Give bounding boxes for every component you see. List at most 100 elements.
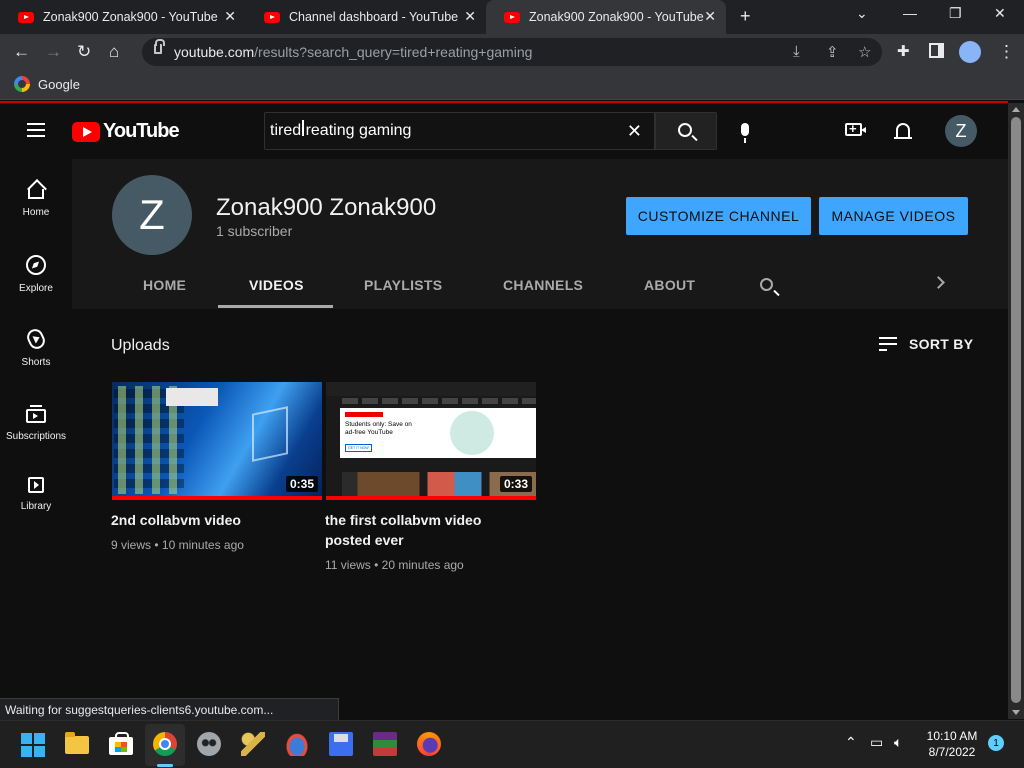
clear-search-icon[interactable]: ✕ — [627, 121, 642, 142]
minimize-icon[interactable]: — — [903, 5, 917, 21]
search-button[interactable] — [655, 112, 717, 150]
home-browser-icon[interactable]: ⌂ — [109, 42, 119, 62]
video-title-2[interactable]: the first collabvm video posted ever — [325, 510, 495, 550]
subscriptions-icon — [26, 405, 46, 423]
guide-item-library[interactable]: Library — [0, 477, 72, 512]
windows-logo-art — [252, 406, 288, 462]
notification-badge[interactable]: 1 — [988, 735, 1004, 751]
premium-banner-art: YouTube Premium Students only: Save on a… — [340, 408, 536, 458]
customize-channel-button[interactable]: CUSTOMIZE CHANNEL — [626, 197, 811, 235]
side-panel-icon[interactable] — [929, 43, 944, 58]
chevron-right-icon[interactable] — [932, 276, 945, 289]
restore-icon[interactable]: ❐ — [949, 5, 962, 22]
scroll-down-icon[interactable] — [1012, 710, 1020, 715]
system-app-icon[interactable] — [285, 732, 309, 756]
create-video-icon[interactable] — [845, 121, 866, 136]
tab-title: Zonak900 Zonak900 - YouTube — [529, 10, 704, 24]
active-app-indicator — [157, 764, 173, 767]
notifications-bell-icon[interactable] — [894, 123, 912, 139]
microphone-icon[interactable] — [741, 123, 749, 143]
guide-sidebar: Home Explore Shorts Subscriptions Librar… — [0, 159, 72, 719]
winrar-icon[interactable] — [373, 732, 397, 756]
share-icon[interactable]: ⇪ — [826, 43, 839, 61]
raccoon-app-icon[interactable] — [197, 732, 221, 756]
extensions-puzzle-icon[interactable]: ✚ — [897, 42, 910, 60]
profile-avatar-icon[interactable] — [959, 41, 981, 63]
uploads-section: Uploads SORT BY 0:35 YouTube Premium Stu… — [72, 309, 1008, 719]
browser-tab-1[interactable]: Zonak900 Zonak900 - YouTube ✕ — [0, 0, 246, 34]
guide-item-shorts[interactable]: Shorts — [0, 326, 72, 368]
close-tab-icon[interactable]: ✕ — [704, 8, 716, 25]
video-title-1[interactable]: 2nd collabvm video — [111, 510, 311, 530]
search-input[interactable] — [270, 119, 610, 143]
clock-time: 10:10 AM — [926, 729, 978, 743]
account-avatar[interactable]: Z — [945, 115, 977, 147]
network-icon[interactable]: ▭ — [870, 734, 883, 751]
youtube-logo-text[interactable]: YouTube — [103, 120, 180, 143]
bookmark-google[interactable]: Google — [38, 77, 80, 92]
channel-name: Zonak900 Zonak900 — [216, 194, 437, 221]
browser-tab-2[interactable]: Channel dashboard - YouTube Studio ✕ — [246, 0, 486, 34]
tab-home[interactable]: HOME — [143, 277, 186, 293]
watch-progress-bar — [112, 496, 322, 500]
reload-icon[interactable]: ↻ — [77, 42, 91, 62]
tab-search-chevron-icon[interactable]: ⌄ — [856, 5, 868, 22]
illustration-art — [450, 411, 494, 455]
new-tab-icon[interactable]: + — [740, 6, 751, 27]
watch-progress-bar — [326, 496, 536, 500]
floppy-disk-icon[interactable] — [329, 732, 353, 756]
text-cursor-icon — [302, 120, 304, 136]
google-logo-icon — [14, 76, 30, 92]
window-close-icon[interactable]: ✕ — [994, 5, 1006, 22]
guide-item-home[interactable]: Home — [0, 181, 72, 218]
keys-app-icon[interactable] — [241, 732, 265, 756]
install-app-icon[interactable]: ⤓ — [793, 43, 800, 60]
tab-videos[interactable]: VIDEOS — [249, 277, 304, 293]
chrome-icon[interactable] — [153, 732, 177, 756]
sort-by-button[interactable]: SORT BY — [909, 336, 973, 352]
guide-item-label: Home — [22, 207, 50, 218]
tab-about[interactable]: ABOUT — [644, 277, 695, 293]
video-thumbnail-1[interactable]: 0:35 — [112, 382, 322, 500]
firefox-icon[interactable] — [417, 732, 441, 756]
sort-icon[interactable] — [879, 337, 897, 351]
scroll-up-icon[interactable] — [1012, 107, 1020, 112]
address-bar[interactable]: youtube.com/results?search_query=tired+r… — [142, 38, 882, 66]
tray-chevron-up-icon[interactable]: ⌃ — [845, 734, 857, 751]
tab-playlists[interactable]: PLAYLISTS — [364, 277, 442, 293]
hamburger-menu-icon[interactable] — [27, 123, 45, 125]
browser-tab-3-active[interactable]: Zonak900 Zonak900 - YouTube ✕ — [486, 0, 726, 34]
manage-videos-button[interactable]: MANAGE VIDEOS — [819, 197, 968, 235]
taskbar-clock[interactable]: 10:10 AM 8/7/2022 — [926, 728, 978, 760]
page-scrollbar[interactable] — [1008, 103, 1024, 719]
close-tab-icon[interactable]: ✕ — [464, 8, 476, 25]
guide-item-explore[interactable]: Explore — [0, 255, 72, 294]
channel-search-icon[interactable] — [760, 278, 773, 291]
bookmark-star-icon[interactable]: ☆ — [858, 43, 871, 61]
youtube-masthead: YouTube ✕ Z — [0, 103, 1008, 159]
video-duration: 0:33 — [499, 476, 532, 492]
chrome-menu-icon[interactable]: ⋮ — [998, 42, 1015, 62]
tab-title: Zonak900 Zonak900 - YouTube — [43, 10, 218, 24]
guide-item-subscriptions[interactable]: Subscriptions — [0, 403, 72, 442]
tab-channels[interactable]: CHANNELS — [503, 277, 583, 293]
guide-item-label: Explore — [19, 283, 53, 294]
library-icon — [28, 477, 44, 493]
scrollbar-thumb[interactable] — [1011, 117, 1021, 703]
volume-icon[interactable]: 🔈︎ — [894, 734, 902, 751]
bookmarks-bar: Google — [0, 70, 1024, 100]
status-bubble: Waiting for suggestqueries-clients6.yout… — [0, 698, 339, 720]
clock-date: 8/7/2022 — [928, 745, 976, 759]
close-tab-icon[interactable]: ✕ — [224, 8, 236, 25]
channel-header: Z Zonak900 Zonak900 1 subscriber CUSTOMI… — [72, 159, 1008, 309]
youtube-logo-icon[interactable] — [72, 122, 100, 142]
thumb-cta: GET IT NOW — [345, 444, 372, 452]
forward-arrow-icon[interactable]: → — [45, 42, 62, 62]
youtube-favicon-icon — [504, 11, 520, 23]
video-duration: 0:35 — [285, 476, 318, 492]
back-arrow-icon[interactable]: ← — [13, 42, 30, 62]
guide-item-label: Shorts — [21, 357, 51, 368]
video-thumbnail-2[interactable]: YouTube Premium Students only: Save on a… — [326, 382, 536, 500]
uploads-heading: Uploads — [111, 337, 170, 354]
search-icon — [678, 123, 692, 137]
